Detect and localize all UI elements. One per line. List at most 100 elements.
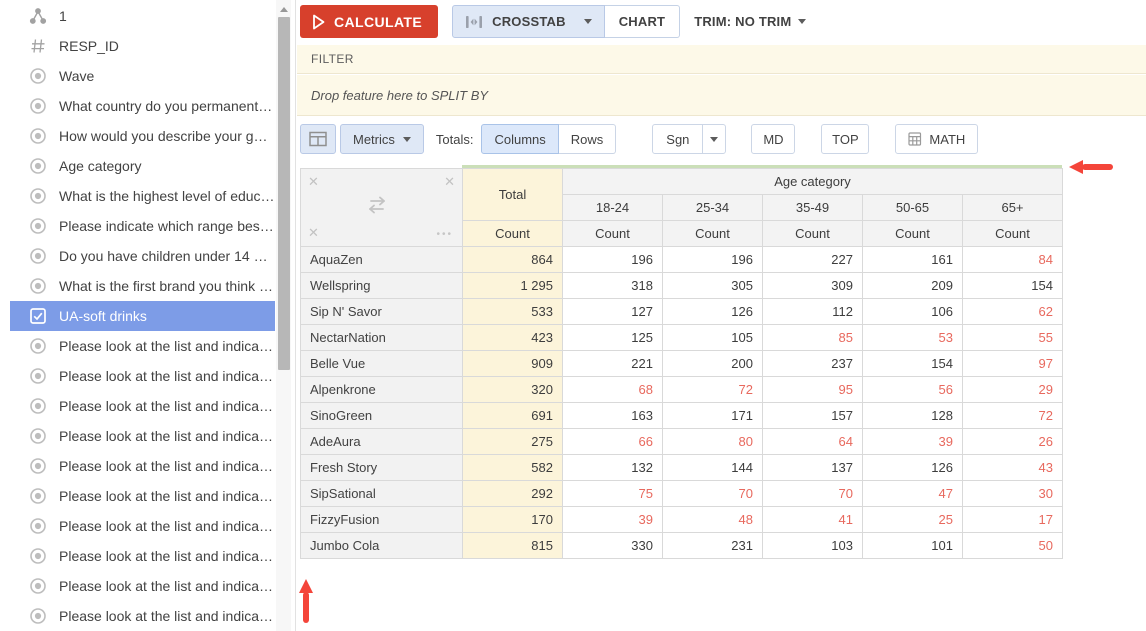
row-label[interactable]: Jumbo Cola xyxy=(301,533,463,559)
value-cell: 68 xyxy=(563,377,663,403)
crosstab-table-zone: ✕ ✕ ✕ ••• Total Age category 18-24 xyxy=(300,165,1063,559)
radio-icon xyxy=(28,487,48,505)
sidebar-item-label: What country do you permanentl… xyxy=(59,98,275,114)
value-cell: 144 xyxy=(663,455,763,481)
total-cell: 423 xyxy=(463,325,563,351)
sidebar-item[interactable]: Please look at the list and indica… xyxy=(10,331,275,361)
radio-icon xyxy=(28,277,48,295)
row-label[interactable]: Sip N' Savor xyxy=(301,299,463,325)
math-grid-icon xyxy=(908,132,922,146)
swap-axes-icon[interactable] xyxy=(363,196,391,217)
row-label[interactable]: Belle Vue xyxy=(301,351,463,377)
splitby-dropzone[interactable]: Drop feature here to SPLIT BY xyxy=(297,75,1146,116)
value-cell: 26 xyxy=(963,429,1063,455)
radio-icon xyxy=(28,247,48,265)
row-label[interactable]: FizzyFusion xyxy=(301,507,463,533)
value-cell: 221 xyxy=(563,351,663,377)
value-cell: 132 xyxy=(563,455,663,481)
value-cell: 196 xyxy=(663,247,763,273)
md-button[interactable]: MD xyxy=(751,124,795,154)
totals-columns-toggle[interactable]: Columns xyxy=(481,124,558,154)
column-header[interactable]: 65+ xyxy=(963,195,1063,221)
row-label[interactable]: AdeAura xyxy=(301,429,463,455)
value-cell: 227 xyxy=(763,247,863,273)
trim-dropdown[interactable]: TRIM: NO TRIM xyxy=(694,5,806,38)
sidebar-item-label: Please look at the list and indica… xyxy=(59,518,273,534)
column-header[interactable]: 18-24 xyxy=(563,195,663,221)
scroll-up-icon[interactable] xyxy=(280,7,288,12)
sidebar-item[interactable]: 1 xyxy=(10,1,275,31)
sidebar-item[interactable]: Do you have children under 14 w… xyxy=(10,241,275,271)
table-row: AquaZen 864 196 196 227 161 84 xyxy=(301,247,1063,273)
row-label[interactable]: AquaZen xyxy=(301,247,463,273)
age-category-header[interactable]: Age category xyxy=(563,169,1063,195)
remove-columns-icon[interactable]: ✕ xyxy=(444,175,455,188)
totals-rows-toggle[interactable]: Rows xyxy=(559,124,617,154)
column-header[interactable]: 35-49 xyxy=(763,195,863,221)
table-row: SipSational 292 75 70 70 47 30 xyxy=(301,481,1063,507)
sidebar-item-label: What is the first brand you think … xyxy=(59,278,273,294)
sidebar-item[interactable]: Please look at the list and indica… xyxy=(10,451,275,481)
sidebar-item[interactable]: Wave xyxy=(10,61,275,91)
value-cell: 39 xyxy=(863,429,963,455)
more-options-icon[interactable]: ••• xyxy=(436,229,453,240)
value-cell: 163 xyxy=(563,403,663,429)
filter-dropzone[interactable]: FILTER xyxy=(297,45,1146,74)
column-header[interactable]: 25-34 xyxy=(663,195,763,221)
sidebar-item-label: Age category xyxy=(59,158,142,174)
sgn-button[interactable]: Sgn xyxy=(652,124,703,154)
crosstab-app: 1 RESP_ID Wave What country do you perma… xyxy=(0,0,1146,631)
row-label[interactable]: SipSational xyxy=(301,481,463,507)
sidebar-item[interactable]: Please indicate which range bes… xyxy=(10,211,275,241)
sidebar-item[interactable]: What country do you permanentl… xyxy=(10,91,275,121)
sidebar-scrollbar[interactable] xyxy=(276,0,291,631)
calculate-button[interactable]: CALCULATE xyxy=(300,5,438,38)
value-cell: 66 xyxy=(563,429,663,455)
sidebar-item[interactable]: UA-soft drinks xyxy=(10,301,275,331)
splitby-placeholder: Drop feature here to SPLIT BY xyxy=(311,88,488,103)
crosstab-table: ✕ ✕ ✕ ••• Total Age category 18-24 xyxy=(300,168,1063,559)
chevron-down-icon xyxy=(584,19,592,24)
sidebar-item[interactable]: Please look at the list and indica… xyxy=(10,571,275,601)
math-button[interactable]: MATH xyxy=(895,124,978,154)
sidebar-item[interactable]: Please look at the list and indica… xyxy=(10,361,275,391)
value-cell: 154 xyxy=(963,273,1063,299)
row-label[interactable]: Fresh Story xyxy=(301,455,463,481)
sidebar-item[interactable]: Please look at the list and indica… xyxy=(10,391,275,421)
sgn-dropdown[interactable] xyxy=(702,124,726,154)
row-label[interactable]: SinoGreen xyxy=(301,403,463,429)
column-header[interactable]: 50-65 xyxy=(863,195,963,221)
table-layout-button[interactable] xyxy=(300,124,336,154)
sidebar-item[interactable]: What is the highest level of educ… xyxy=(10,181,275,211)
table-icon xyxy=(309,131,327,147)
sidebar-item[interactable]: What is the first brand you think … xyxy=(10,271,275,301)
value-cell: 64 xyxy=(763,429,863,455)
value-cell: 56 xyxy=(863,377,963,403)
sidebar-item[interactable]: Please look at the list and indica… xyxy=(10,481,275,511)
total-cell: 691 xyxy=(463,403,563,429)
table-row: AdeAura 275 66 80 64 39 26 xyxy=(301,429,1063,455)
row-label[interactable]: Alpenkrone xyxy=(301,377,463,403)
value-cell: 126 xyxy=(863,455,963,481)
sidebar-item-label: How would you describe your ge… xyxy=(59,128,275,144)
top-button[interactable]: TOP xyxy=(821,124,869,154)
sidebar-item[interactable]: Please look at the list and indica… xyxy=(10,421,275,451)
sidebar-item[interactable]: How would you describe your ge… xyxy=(10,121,275,151)
sidebar-item[interactable]: Please look at the list and indica… xyxy=(10,511,275,541)
filter-label: FILTER xyxy=(311,52,354,66)
sidebar-item[interactable]: RESP_ID xyxy=(10,31,275,61)
totals-label: Totals: xyxy=(436,124,474,154)
scrollbar-thumb[interactable] xyxy=(278,17,290,370)
crosstab-button[interactable]: CROSSTAB xyxy=(452,5,605,38)
chart-button[interactable]: CHART xyxy=(605,5,681,38)
remove-metric-icon[interactable]: ✕ xyxy=(308,226,319,239)
row-label[interactable]: NectarNation xyxy=(301,325,463,351)
value-cell: 25 xyxy=(863,507,963,533)
sidebar-item[interactable]: Age category xyxy=(10,151,275,181)
value-cell: 97 xyxy=(963,351,1063,377)
metrics-dropdown[interactable]: Metrics xyxy=(340,124,424,154)
sidebar-item[interactable]: Please look at the list and indica… xyxy=(10,541,275,571)
remove-rows-icon[interactable]: ✕ xyxy=(308,175,319,188)
row-label[interactable]: Wellspring xyxy=(301,273,463,299)
sidebar-item[interactable]: Please look at the list and indica… xyxy=(10,601,275,631)
